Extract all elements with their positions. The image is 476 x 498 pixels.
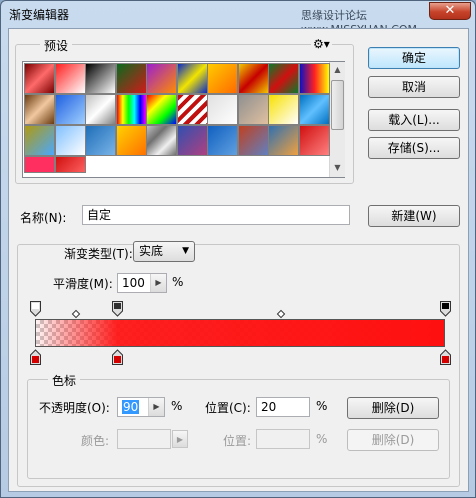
color-swatch-input [117, 429, 171, 449]
preset-swatch[interactable] [146, 125, 177, 156]
smoothness-spin-icon[interactable]: ▶ [150, 274, 166, 292]
opacity-input[interactable]: 90 ▶ [117, 397, 165, 417]
scroll-down-icon[interactable]: ▼ [330, 160, 345, 176]
name-label: 名称(N): [20, 211, 67, 225]
preset-swatch[interactable] [176, 63, 208, 94]
preset-swatch[interactable] [85, 63, 116, 94]
gradient-fill [36, 320, 444, 346]
color-location-unit: % [316, 432, 328, 446]
preset-swatch[interactable] [115, 63, 147, 94]
opacity-stop[interactable] [30, 301, 41, 317]
preset-swatch[interactable] [207, 94, 238, 125]
preset-swatch[interactable] [85, 94, 116, 125]
preset-swatch[interactable] [298, 125, 330, 156]
color-stop[interactable] [30, 349, 41, 365]
color-stops-label: 色标 [48, 372, 81, 389]
delete-color-stop-button: 删除(D) [347, 429, 439, 451]
opacity-label: 不透明度(O): [39, 401, 110, 415]
opacity-stop[interactable] [112, 301, 123, 317]
dialog-body: 预设 ⚙▾ ▲ ▼ 确定 取消 载入(L)... 存储(S)... 名称(N):… [8, 28, 469, 492]
color-stop[interactable] [112, 349, 123, 365]
preset-swatch[interactable] [268, 125, 299, 156]
preset-swatch[interactable] [298, 63, 330, 94]
smoothness-input[interactable]: 100 ▶ [117, 273, 167, 293]
smoothness-unit: % [172, 275, 184, 289]
ok-button[interactable]: 确定 [368, 47, 460, 69]
opacity-value: 90 [122, 400, 140, 414]
preset-swatch[interactable] [237, 63, 269, 94]
presets-label: 预设 [40, 37, 73, 54]
gradient-type-label: 渐变类型(T): [61, 245, 136, 262]
preset-swatch[interactable] [24, 94, 55, 125]
preset-swatch-grid: ▲ ▼ [22, 61, 345, 178]
cancel-button[interactable]: 取消 [368, 76, 460, 98]
scroll-thumb[interactable] [331, 80, 344, 130]
smoothness-label: 平滑度(M): [53, 277, 113, 291]
preset-swatch[interactable] [54, 125, 86, 156]
preset-swatch[interactable] [146, 94, 177, 125]
preset-swatch[interactable] [207, 125, 238, 156]
location-label: 位置(C): [205, 401, 251, 415]
chevron-down-icon: ▼ [182, 246, 189, 256]
gradient-type-select[interactable]: 实底 ▼ [133, 241, 195, 262]
preset-swatch[interactable] [176, 125, 208, 156]
preset-swatch[interactable] [268, 63, 299, 94]
color-stop[interactable] [440, 349, 451, 365]
delete-opacity-stop-button[interactable]: 删除(D) [347, 397, 439, 419]
preset-scrollbar[interactable]: ▲ ▼ [329, 62, 345, 177]
gradient-editor-window: 渐变编辑器 思缘设计论坛 www.MISSYUAN.COM ✕ 预设 ⚙▾ ▲ … [0, 0, 476, 498]
name-input[interactable]: 自定 [82, 205, 350, 225]
window-title: 渐变编辑器 [9, 8, 70, 22]
close-icon: ✕ [444, 3, 456, 18]
location-input[interactable]: 20 [256, 397, 310, 417]
preset-swatch[interactable] [54, 94, 86, 125]
preset-swatch[interactable] [24, 125, 55, 156]
color-picker-arrow-icon: ▶ [172, 430, 188, 448]
color-location-label: 位置: [223, 434, 252, 448]
opacity-unit: % [171, 399, 183, 413]
preset-swatch[interactable] [207, 63, 238, 94]
preset-swatch[interactable] [176, 94, 208, 125]
preset-swatch[interactable] [115, 125, 147, 156]
preset-swatch[interactable] [268, 94, 299, 125]
preset-swatch[interactable] [298, 94, 330, 125]
new-button[interactable]: 新建(W) [368, 205, 460, 227]
color-location-input [256, 429, 310, 449]
scroll-up-icon[interactable]: ▲ [330, 62, 345, 78]
preset-swatch[interactable] [24, 63, 55, 94]
gear-icon[interactable]: ⚙▾ [311, 37, 332, 51]
preset-swatch[interactable] [54, 63, 86, 94]
preset-swatch[interactable] [54, 156, 86, 173]
opacity-spin-icon[interactable]: ▶ [148, 398, 164, 416]
preset-swatch[interactable] [237, 125, 269, 156]
gradient-preview-bar[interactable] [35, 319, 445, 347]
location-unit: % [316, 399, 328, 413]
close-button[interactable]: ✕ [429, 2, 471, 20]
gradient-type-value: 实底 [139, 244, 164, 258]
title-bar[interactable]: 渐变编辑器 思缘设计论坛 www.MISSYUAN.COM ✕ [1, 1, 475, 36]
preset-swatch[interactable] [115, 94, 147, 125]
save-button[interactable]: 存储(S)... [368, 137, 460, 159]
preset-swatch[interactable] [146, 63, 177, 94]
preset-swatch[interactable] [237, 94, 269, 125]
color-label: 颜色: [81, 434, 110, 448]
smoothness-value: 100 [122, 276, 145, 290]
load-button[interactable]: 载入(L)... [368, 109, 460, 131]
preset-swatch[interactable] [85, 125, 116, 156]
preset-swatch[interactable] [24, 156, 55, 173]
opacity-stop[interactable] [440, 301, 451, 317]
